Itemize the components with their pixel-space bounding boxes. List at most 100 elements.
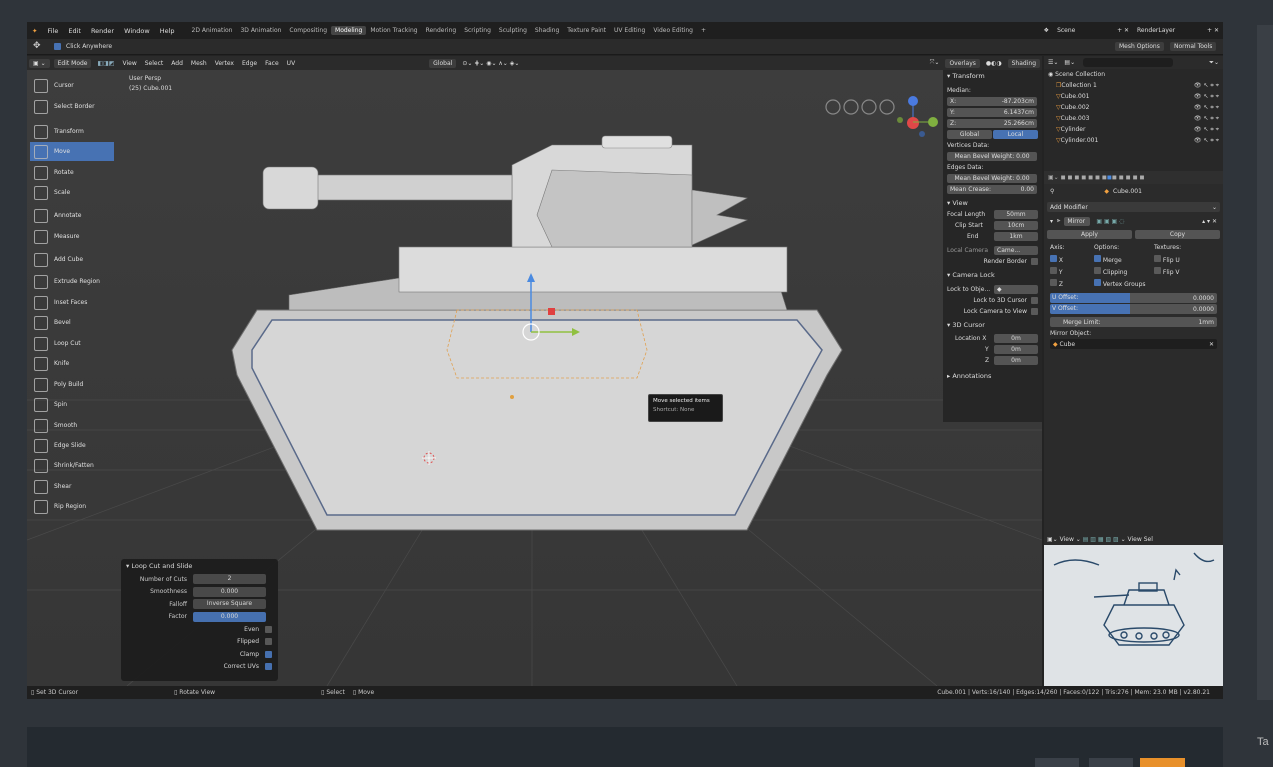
collapse-icon[interactable]: ▾ [1050, 218, 1053, 225]
annotations-header[interactable]: ▸ Annotations [943, 370, 1042, 382]
outliner-editor-type[interactable]: ☰⌄ [1048, 59, 1058, 66]
mean-bevel-weight-vertex-field[interactable]: Mean Bevel Weight: 0.00 [947, 152, 1037, 161]
scene-selector[interactable]: Scene [1053, 27, 1113, 34]
tab-uv-editing[interactable]: UV Editing [610, 26, 649, 35]
tab-3d-animation[interactable]: 3D Animation [236, 26, 285, 35]
add-scene-button[interactable]: + ✕ [1113, 27, 1133, 34]
operator-checkbox[interactable] [265, 625, 272, 633]
page-action-button[interactable] [1140, 758, 1185, 767]
tab-rendering[interactable]: Rendering [422, 26, 461, 35]
merge-limit-field[interactable]: Merge Limit: 1mm [1050, 317, 1217, 327]
modifier-name-field[interactable]: Mirror [1064, 216, 1091, 226]
image-editor-type[interactable]: ▣⌄ [1047, 536, 1058, 543]
visibility-toggles-icon[interactable]: 👁 ↖ ⌗ ⌖ [1194, 115, 1219, 123]
median-x-field[interactable]: X: -87.203cm [943, 96, 1042, 107]
visibility-toggles-icon[interactable]: 👁 ↖ ⌗ ⌖ [1194, 82, 1219, 90]
menu-select[interactable]: Select [141, 60, 168, 67]
outliner-search-input[interactable] [1083, 58, 1174, 67]
flip-u-checkbox[interactable] [1154, 255, 1161, 262]
tab-2d-animation[interactable]: 2D Animation [188, 26, 237, 35]
shading-dropdown[interactable]: Shading [1007, 58, 1040, 68]
camera-lock-header[interactable]: ▾ Camera Lock [943, 269, 1042, 281]
outliner-item[interactable]: ▽ Cylinder 👁 ↖ ⌗ ⌖ [1044, 124, 1223, 135]
orientation-dropdown[interactable]: Global [429, 58, 457, 68]
lock-to-object-field[interactable]: ◆ [994, 285, 1038, 294]
render-layer-selector[interactable]: RenderLayer [1133, 27, 1203, 34]
operator-checkbox[interactable] [265, 650, 272, 658]
operator-checkbox[interactable] [265, 638, 272, 646]
local-toggle[interactable]: Local [993, 130, 1038, 139]
add-workspace-button[interactable]: + [697, 26, 710, 35]
axis-z-checkbox[interactable] [1050, 279, 1057, 286]
click-anywhere-checkbox[interactable] [54, 43, 61, 50]
visibility-toggles-icon[interactable]: 👁 ↖ ⌗ ⌖ [1194, 126, 1219, 134]
tool-transform[interactable]: Transform [30, 122, 114, 141]
scene-collection-row[interactable]: ◉ Scene Collection [1044, 69, 1223, 80]
menu-help[interactable]: Help [155, 27, 180, 35]
mode-dropdown[interactable]: Edit Mode [53, 58, 92, 68]
tool-rip-region[interactable]: Rip Region [30, 497, 114, 516]
operator-field-value[interactable]: 2 [193, 574, 266, 585]
apply-button[interactable]: Apply [1047, 230, 1132, 239]
operator-field-value[interactable]: Inverse Square [193, 599, 266, 610]
copy-button[interactable]: Copy [1135, 230, 1220, 239]
tool-smooth[interactable]: Smooth [30, 416, 114, 435]
axis-x-checkbox[interactable] [1050, 255, 1057, 262]
pivot-snap-icons[interactable]: ⊙⌄ ⋕⌄ ◉⌄ ∧⌄ ◈⌄ [458, 60, 523, 67]
menu-mesh[interactable]: Mesh [187, 60, 211, 67]
tab-texture-paint[interactable]: Texture Paint [563, 26, 610, 35]
menu-add[interactable]: Add [167, 60, 187, 67]
3d-cursor-header[interactable]: ▾ 3D Cursor [943, 319, 1042, 331]
flip-v-checkbox[interactable] [1154, 267, 1161, 274]
image-view-menu-2[interactable]: View [1128, 536, 1142, 543]
image-view-menu[interactable]: View [1060, 536, 1074, 543]
tool-move[interactable]: Move [30, 142, 114, 161]
tool-rotate[interactable]: Rotate [30, 163, 114, 182]
operator-checkbox[interactable] [265, 663, 272, 671]
clip-end-field[interactable]: 1km [994, 232, 1038, 241]
page-nav-buttons[interactable] [1035, 758, 1079, 767]
page-nav-button-2[interactable] [1089, 758, 1133, 767]
overlays-dropdown[interactable]: Overlays [945, 58, 980, 68]
u-offset-slider[interactable]: U Offset: 0.0000 [1050, 293, 1217, 303]
display-mode-dropdown[interactable]: ▤⌄ [1064, 59, 1075, 66]
menu-render[interactable]: Render [86, 27, 119, 35]
tool-shrink-fatten[interactable]: Shrink/Fatten [30, 456, 114, 475]
tab-sculpting[interactable]: Sculpting [495, 26, 531, 35]
menu-edit[interactable]: Edit [63, 27, 86, 35]
lock-camera-to-view-checkbox[interactable] [1031, 308, 1038, 315]
tab-motion-tracking[interactable]: Motion Tracking [366, 26, 421, 35]
image-tools-icons[interactable]: ▤ ▥ ▦ ▧ ▨ [1083, 536, 1119, 543]
mesh-options-dropdown[interactable]: Mesh Options [1115, 42, 1164, 51]
tool-add-cube[interactable]: Add Cube [30, 250, 114, 269]
menu-view[interactable]: View [119, 60, 141, 67]
tool-shear[interactable]: Shear [30, 477, 114, 496]
menu-edge[interactable]: Edge [238, 60, 261, 67]
image-select-menu[interactable]: Sel [1144, 536, 1153, 543]
local-camera-field[interactable]: Came... [994, 246, 1038, 255]
menu-file[interactable]: File [42, 27, 63, 35]
tab-shading[interactable]: Shading [531, 26, 563, 35]
lock-3d-cursor-checkbox[interactable] [1031, 297, 1038, 304]
visibility-toggles-icon[interactable]: 👁 ↖ ⌗ ⌖ [1194, 93, 1219, 101]
tool-select-border[interactable]: Select Border [30, 97, 114, 116]
tool-scale[interactable]: Scale [30, 183, 114, 202]
median-z-field[interactable]: Z: 25.266cm [943, 118, 1042, 129]
median-y-field[interactable]: Y: 6.1437cm [943, 107, 1042, 118]
menu-window[interactable]: Window [119, 27, 155, 35]
tool-poly-build[interactable]: Poly Build [30, 375, 114, 394]
cursor-y-field[interactable]: 0m [994, 345, 1038, 354]
outliner-item[interactable]: ▽ Cube.001 👁 ↖ ⌗ ⌖ [1044, 91, 1223, 102]
menu-vertex[interactable]: Vertex [211, 60, 238, 67]
properties-tabs[interactable]: ▣⌄ ◼ ◼ ◼ ◼ ◼ ◼ ◼ ◼ ◼ ◼ ◼ ◼ ◼ [1044, 171, 1223, 184]
cursor-x-field[interactable]: 0m [994, 334, 1038, 343]
tool-extrude-region[interactable]: Extrude Region [30, 272, 114, 291]
mean-crease-field[interactable]: Mean Crease: 0.00 [947, 185, 1037, 194]
view-panel-header[interactable]: ▾ View [943, 197, 1042, 209]
menu-face[interactable]: Face [261, 60, 283, 67]
normal-tools-dropdown[interactable]: Normal Tools [1170, 42, 1217, 51]
modifier-move-buttons[interactable]: ▴ ▾ ✕ [1202, 218, 1217, 225]
cursor-z-field[interactable]: 0m [994, 356, 1038, 365]
outliner-item[interactable]: ▽ Cube.003 👁 ↖ ⌗ ⌖ [1044, 113, 1223, 124]
tab-modeling[interactable]: Modeling [331, 26, 367, 35]
